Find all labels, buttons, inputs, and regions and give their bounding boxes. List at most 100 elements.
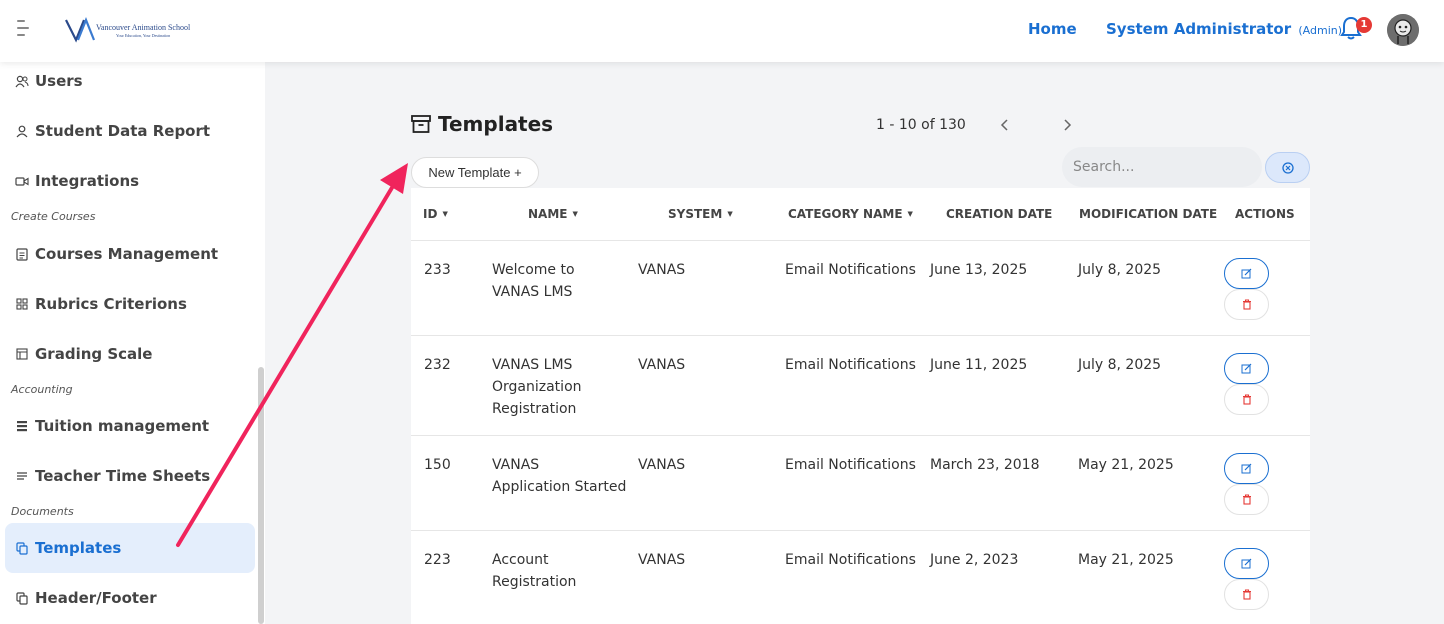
cell-name: Welcome to VANAS LMS [492,262,575,300]
edit-icon [1241,363,1252,374]
user-role: (Admin) [1298,24,1343,37]
cell-modification-date: July 8, 2025 [1078,357,1162,373]
sidebar-item-label: Rubrics Criterions [35,295,187,313]
sidebar-item-label: Teacher Time Sheets [35,467,211,485]
trash-icon [1242,299,1251,310]
delete-button[interactable] [1224,384,1269,415]
lines-icon [15,469,29,483]
column-label: ID [423,207,438,221]
video-icon [15,174,29,188]
trash-icon [1242,589,1251,600]
close-circle-icon [1281,161,1294,174]
sidebar-item-courses-management[interactable]: Courses Management [5,229,255,279]
cell-creation-date: June 11, 2025 [930,357,1028,373]
sidebar-item-tuition-management[interactable]: Tuition management [5,401,255,451]
prev-page-button[interactable] [1000,117,1010,135]
sort-icon: ▼ [442,210,448,218]
logo-text: Vancouver Animation School [96,23,191,32]
edit-icon [1241,268,1252,279]
cell-name: VANAS Application Started [492,457,627,495]
cell-category: Email Notifications [785,457,916,473]
page-title: Templates [411,112,553,136]
cell-creation-date: March 23, 2018 [930,457,1040,473]
new-template-button[interactable]: New Template + [411,157,539,188]
pagination-info: 1 - 10 of 130 [876,117,966,133]
column-header-creation-date: CREATION DATE [946,188,1052,240]
menu-icon[interactable] [17,20,31,40]
column-label: ACTIONS [1235,207,1295,221]
column-header-name[interactable]: NAME ▼ [528,188,578,240]
sidebar-item-label: Header/Footer [35,589,157,607]
cell-category: Email Notifications [785,357,916,373]
sidebar-item-users[interactable]: Users [5,56,255,106]
avatar[interactable] [1387,14,1419,46]
sidebar-item-label: Templates [35,539,122,557]
user-icon [15,124,29,138]
section-accounting: Accounting [11,383,73,396]
column-header-system[interactable]: SYSTEM ▼ [668,188,733,240]
sidebar-item-header-footer[interactable]: Header/Footer [5,573,255,623]
sidebar-item-rubrics-criterions[interactable]: Rubrics Criterions [5,279,255,329]
column-label: CATEGORY NAME [788,207,903,221]
sidebar-item-templates[interactable]: Templates [5,523,255,573]
search-input[interactable] [1062,147,1262,187]
delete-button[interactable] [1224,289,1269,320]
cell-modification-date: May 21, 2025 [1078,457,1174,473]
chevron-right-icon [1064,119,1072,131]
cell-system: VANAS [638,457,686,473]
cell-category: Email Notifications [785,262,916,278]
cell-modification-date: July 8, 2025 [1078,262,1162,278]
archive-icon [411,115,431,133]
table-icon [15,347,29,361]
sidebar-item-label: Courses Management [35,245,219,263]
cell-creation-date: June 2, 2023 [930,552,1019,568]
vanas-logo[interactable]: Vancouver Animation School Your Educatio… [64,16,190,44]
chevron-left-icon [1000,119,1008,131]
copy-icon [15,541,29,555]
edit-button[interactable] [1224,353,1269,384]
cell-id: 232 [424,357,451,373]
edit-button[interactable] [1224,453,1269,484]
sidebar-item-student-data-report[interactable]: Student Data Report [5,106,255,156]
sidebar-item-teacher-time-sheets[interactable]: Teacher Time Sheets [5,451,255,501]
edit-button[interactable] [1224,258,1269,289]
edit-icon [1241,463,1252,474]
sidebar-item-label: Integrations [35,172,140,190]
sort-icon: ▼ [727,210,733,218]
next-page-button[interactable] [1062,117,1072,135]
users-icon [15,74,29,88]
section-create-courses: Create Courses [11,210,96,223]
cell-id: 150 [424,457,451,473]
delete-button[interactable] [1224,484,1269,515]
sidebar-item-label: Student Data Report [35,122,211,140]
clear-search-button[interactable] [1265,152,1310,183]
sidebar-item-label: Users [35,72,83,90]
page-title-text: Templates [438,112,554,136]
cell-name: VANAS LMS Organization Registration [492,357,582,417]
delete-button[interactable] [1224,579,1269,610]
column-label: SYSTEM [668,207,723,221]
column-header-actions: ACTIONS [1235,188,1295,240]
sidebar-item-integrations[interactable]: Integrations [5,156,255,206]
column-header-category-name[interactable]: CATEGORY NAME ▼ [788,188,913,240]
cell-system: VANAS [638,262,686,278]
edit-button[interactable] [1224,548,1269,579]
table-row: 232 VANAS LMS Organization Registration VA… [411,336,1310,436]
user-name: System Administrator [1106,20,1292,38]
table-row: 233 Welcome to VANAS LMS VANAS Email Noti… [411,241,1310,336]
sort-icon: ▼ [907,210,913,218]
home-link[interactable]: Home [1028,20,1077,38]
column-label: NAME [528,207,568,221]
cell-id: 223 [424,552,451,568]
table-row: 223 Account Registration VANAS Email Noti… [411,531,1310,624]
user-menu[interactable]: System Administrator (Admin) [1106,20,1342,38]
list-icon [15,419,29,433]
copy-icon [15,591,29,605]
edit-icon [1241,558,1252,569]
sidebar-item-grading-scale[interactable]: Grading Scale [5,329,255,379]
top-header: Vancouver Animation School Your Educatio… [0,0,1444,62]
column-header-id[interactable]: ID ▼ [423,188,448,240]
sidebar-scrollbar[interactable] [258,367,264,624]
column-label: MODIFICATION DATE [1079,207,1218,221]
logo-tagline: Your Education, Your Destination [116,33,171,38]
